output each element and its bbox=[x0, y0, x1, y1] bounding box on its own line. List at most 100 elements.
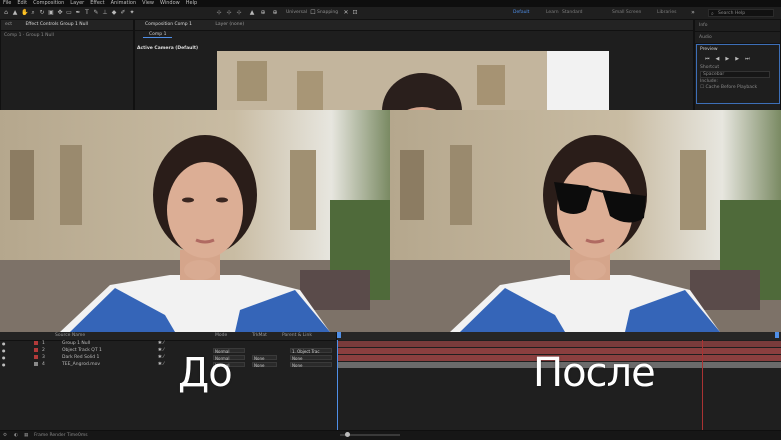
layer-number: 1 bbox=[42, 341, 45, 346]
menu-help[interactable]: Help bbox=[183, 0, 200, 7]
layer-switches-icon[interactable]: ✱ ⁄ bbox=[158, 347, 164, 354]
menu-layer[interactable]: Layer bbox=[67, 0, 87, 7]
type-tool-icon[interactable]: T bbox=[84, 9, 90, 16]
menu-bar: File Edit Composition Layer Effect Animation V… bbox=[0, 0, 781, 7]
effect-controls-tab[interactable]: Effect Controls Group 1 Null bbox=[25, 22, 88, 27]
menu-file[interactable]: File bbox=[0, 0, 14, 7]
home-icon[interactable]: ⌂ bbox=[3, 9, 9, 16]
layer-switches-icon[interactable]: ✱ ⁄ bbox=[158, 361, 164, 368]
rectangle-tool-icon[interactable]: ▭ bbox=[66, 9, 72, 16]
layer-number: 4 bbox=[42, 362, 45, 367]
snap-target-icon[interactable]: ✕ bbox=[343, 9, 349, 16]
active-camera-label: Active Camera (Default) bbox=[137, 46, 199, 51]
playhead-marker-icon[interactable] bbox=[337, 332, 341, 338]
current-time-indicator[interactable] bbox=[337, 340, 338, 430]
layer-tab[interactable]: Layer (none) bbox=[215, 22, 244, 27]
universal-label: Universal bbox=[286, 10, 308, 15]
last-frame-icon[interactable]: ⏭ bbox=[745, 56, 750, 62]
layer-name[interactable]: TEE_Angrod.mov bbox=[62, 361, 100, 368]
menu-effect[interactable]: Effect bbox=[87, 0, 107, 7]
universal-icon[interactable]: ⊕ bbox=[260, 9, 266, 16]
snap-option-icon[interactable]: ⊡ bbox=[352, 9, 358, 16]
visibility-eye-icon[interactable]: ● bbox=[2, 340, 6, 347]
audio-tab[interactable]: Audio bbox=[695, 32, 780, 44]
selection-3d-icon[interactable]: ▲ bbox=[249, 9, 255, 16]
zoom-slider[interactable] bbox=[340, 432, 400, 437]
effect-controls-tabbar: ect Effect Controls Group 1 Null bbox=[1, 20, 133, 31]
search-icon: ⌕ bbox=[711, 11, 714, 17]
visibility-eye-icon[interactable]: ● bbox=[2, 354, 6, 361]
composition-tab[interactable]: Composition Comp 1 bbox=[145, 22, 192, 27]
shortcut-select[interactable]: Spacebar bbox=[700, 71, 770, 78]
layer-trkmat-select[interactable]: None bbox=[252, 362, 277, 368]
workspace-default[interactable]: Default bbox=[513, 10, 529, 15]
cache-before-playback-checkbox[interactable]: ☐ Cache Before Playback bbox=[697, 85, 779, 90]
layer-name[interactable]: Group 1 Null bbox=[62, 340, 90, 347]
layer-parent-select[interactable]: None bbox=[290, 362, 332, 368]
table-row[interactable]: ● 2 Object Track QT 1 ✱ ⁄ Normal 1. Object Tr… bbox=[0, 347, 336, 354]
work-area-end-icon[interactable] bbox=[775, 332, 779, 338]
visibility-eye-icon[interactable]: ● bbox=[2, 361, 6, 368]
universal-dropdown-icon[interactable]: ⊕ bbox=[272, 9, 278, 16]
zoom-tool-icon[interactable]: ⌕ bbox=[30, 9, 36, 16]
search-help-input[interactable]: ⌕ Search Help bbox=[708, 9, 774, 17]
source-name-header[interactable]: Source Name bbox=[55, 332, 85, 340]
comp-subtab[interactable]: Comp 1 bbox=[143, 32, 173, 38]
menu-edit[interactable]: Edit bbox=[14, 0, 30, 7]
before-photo bbox=[0, 110, 390, 332]
workspace-libraries[interactable]: Libraries bbox=[657, 10, 676, 15]
layer-parent-select[interactable]: 1. Object Trac bbox=[290, 348, 332, 354]
rotate-tool-icon[interactable]: ↻ bbox=[39, 9, 45, 16]
table-row[interactable]: ● 3 Dark Red Solid 1 ✱ ⁄ Normal None None bbox=[0, 354, 336, 361]
selection-tool-icon[interactable]: ▲ bbox=[12, 9, 18, 16]
menu-animation[interactable]: Animation bbox=[108, 0, 140, 7]
mode-header[interactable]: Mode bbox=[215, 332, 227, 340]
axis-view-icon[interactable]: ⊹ bbox=[236, 9, 242, 16]
layer-color-label[interactable] bbox=[34, 348, 38, 352]
table-row[interactable]: ● 1 Group 1 Null ✱ ⁄ bbox=[0, 340, 336, 347]
table-row[interactable]: ● 4 TEE_Angrod.mov ✱ ⁄ Normal None None bbox=[0, 361, 336, 368]
layer-color-label[interactable] bbox=[34, 362, 38, 366]
after-photo bbox=[390, 110, 781, 332]
layer-number: 2 bbox=[42, 348, 45, 353]
menu-composition[interactable]: Composition bbox=[30, 0, 67, 7]
hand-tool-icon[interactable]: ✋ bbox=[21, 9, 28, 16]
workspace-small-screen[interactable]: Small Screen bbox=[612, 10, 641, 15]
next-frame-icon[interactable]: ▶ bbox=[735, 56, 739, 62]
menu-view[interactable]: View bbox=[139, 0, 157, 7]
trkmat-header[interactable]: TrkMat bbox=[252, 332, 267, 340]
time-ruler[interactable] bbox=[336, 332, 781, 340]
pan-behind-tool-icon[interactable]: ✥ bbox=[57, 9, 63, 16]
axis-local-icon[interactable]: ⊹ bbox=[216, 9, 222, 16]
camera-tool-icon[interactable]: ▣ bbox=[48, 9, 54, 16]
workspace-standard[interactable]: Standard bbox=[562, 10, 582, 15]
workspace-more-icon[interactable]: » bbox=[690, 9, 696, 16]
prev-frame-icon[interactable]: ◀ bbox=[716, 56, 720, 62]
parent-link-header[interactable]: Parent & Link bbox=[282, 332, 312, 340]
first-frame-icon[interactable]: ⏮ bbox=[705, 56, 710, 62]
layer-name[interactable]: Dark Red Solid 1 bbox=[62, 354, 99, 361]
layer-switches-icon[interactable]: ✱ ⁄ bbox=[158, 340, 164, 347]
workspace-learn[interactable]: Learn bbox=[546, 10, 559, 15]
visibility-eye-icon[interactable]: ● bbox=[2, 347, 6, 354]
eraser-tool-icon[interactable]: ◆ bbox=[111, 9, 117, 16]
axis-world-icon[interactable]: ⊹ bbox=[226, 9, 232, 16]
layer-color-label[interactable] bbox=[34, 355, 38, 359]
layer-trkmat-select[interactable]: None bbox=[252, 355, 277, 361]
pen-tool-icon[interactable]: ✒ bbox=[75, 9, 81, 16]
menu-window[interactable]: Window bbox=[157, 0, 183, 7]
layer-duration-bar[interactable] bbox=[337, 341, 781, 347]
project-tab[interactable]: ect bbox=[5, 22, 12, 27]
layer-name[interactable]: Object Track QT 1 bbox=[62, 347, 102, 354]
roto-brush-tool-icon[interactable]: ✐ bbox=[120, 9, 126, 16]
layer-color-label[interactable] bbox=[34, 341, 38, 345]
brush-tool-icon[interactable]: ✎ bbox=[93, 9, 99, 16]
layer-switches-icon[interactable]: ✱ ⁄ bbox=[158, 354, 164, 361]
info-tab[interactable]: Info bbox=[695, 20, 780, 32]
zoom-slider-handle-icon[interactable] bbox=[345, 432, 350, 437]
play-icon[interactable]: ▶ bbox=[725, 56, 729, 62]
snapping-checkbox-icon[interactable]: ☐ bbox=[310, 9, 316, 16]
clone-stamp-tool-icon[interactable]: ⊥ bbox=[102, 9, 108, 16]
layer-parent-select[interactable]: None bbox=[290, 355, 332, 361]
puppet-tool-icon[interactable]: ✦ bbox=[129, 9, 135, 16]
